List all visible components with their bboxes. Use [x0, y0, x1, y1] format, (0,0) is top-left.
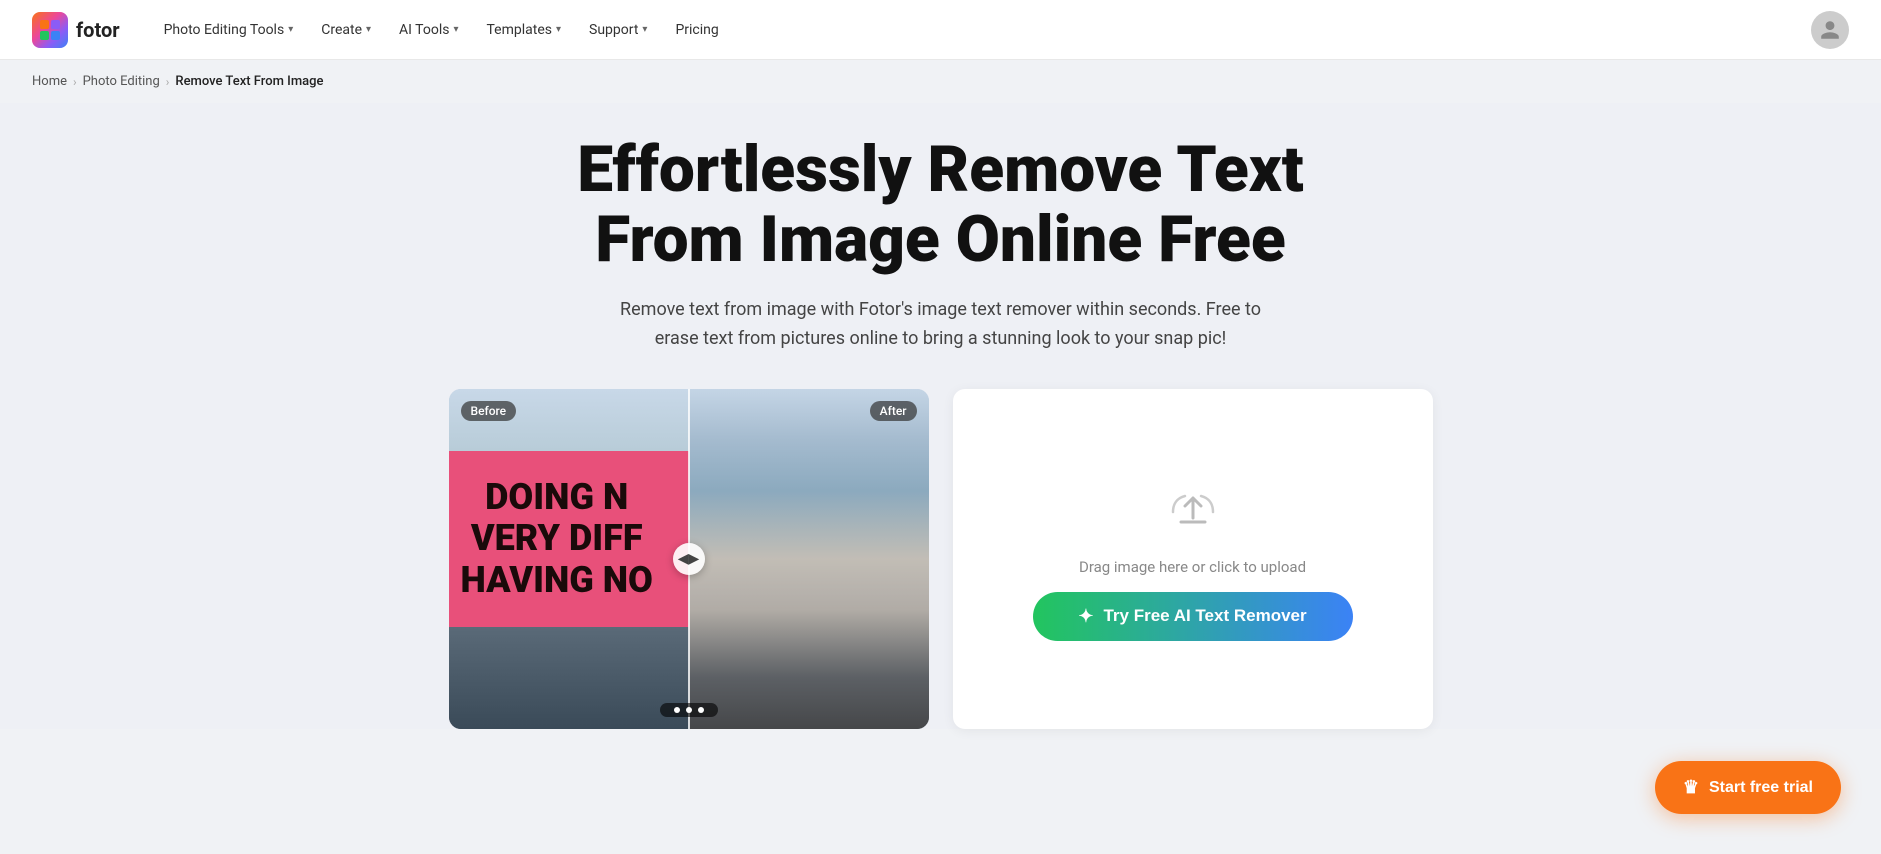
- upload-icon: [1163, 478, 1223, 542]
- magic-wand-icon: ✦: [1078, 606, 1093, 627]
- upload-text: Drag image here or click to upload: [1079, 558, 1306, 576]
- ground-bg: [449, 627, 689, 729]
- chevron-down-icon: ▾: [288, 24, 293, 35]
- logo-text: fotor: [76, 18, 120, 42]
- nav-item-ai-tools[interactable]: AI Tools ▾: [387, 16, 470, 44]
- nav-right: [1811, 11, 1849, 49]
- breadcrumb-home[interactable]: Home: [32, 74, 67, 89]
- dot: [686, 707, 692, 713]
- drag-handle[interactable]: ◀▶: [673, 543, 705, 575]
- billboard-text: DOING NVERY DIFFHAVING NO: [449, 477, 665, 601]
- bottom-bar: [660, 703, 718, 717]
- hero-subtitle: Remove text from image with Fotor's imag…: [611, 296, 1271, 354]
- crown-icon: ♛: [1683, 777, 1699, 798]
- building-overlay: [689, 389, 929, 729]
- nav-item-photo-editing-tools[interactable]: Photo Editing Tools ▾: [152, 16, 306, 44]
- chevron-down-icon: ▾: [453, 24, 458, 35]
- chevron-down-icon: ▾: [556, 24, 561, 35]
- breadcrumb-photo-editing[interactable]: Photo Editing: [83, 74, 160, 89]
- dot: [698, 707, 704, 713]
- nav-item-support[interactable]: Support ▾: [577, 16, 659, 44]
- before-label: Before: [461, 401, 517, 421]
- logo-icon: [32, 12, 68, 48]
- before-half: DOING NVERY DIFFHAVING NO: [449, 389, 689, 729]
- breadcrumb-sep-1: ›: [73, 75, 77, 89]
- logo[interactable]: fotor: [32, 12, 120, 48]
- nav-left: fotor Photo Editing Tools ▾ Create ▾ AI …: [32, 12, 731, 48]
- hero-section: Effortlessly Remove TextFrom Image Onlin…: [0, 103, 1881, 729]
- start-trial-button[interactable]: ♛ Start free trial: [1655, 761, 1841, 814]
- nav-item-templates[interactable]: Templates ▾: [474, 16, 573, 44]
- chevron-down-icon: ▾: [366, 24, 371, 35]
- breadcrumb-current: Remove Text From Image: [175, 74, 323, 89]
- dot: [674, 707, 680, 713]
- chevron-down-icon: ▾: [642, 24, 647, 35]
- after-half: [689, 389, 929, 729]
- demo-section: DOING NVERY DIFFHAVING NO Before After ◀…: [24, 389, 1857, 729]
- pink-billboard: DOING NVERY DIFFHAVING NO: [449, 451, 689, 628]
- before-after-comparison: DOING NVERY DIFFHAVING NO Before After ◀…: [449, 389, 929, 729]
- upload-button[interactable]: ✦ Try Free AI Text Remover: [1033, 592, 1353, 641]
- avatar[interactable]: [1811, 11, 1849, 49]
- nav-items: Photo Editing Tools ▾ Create ▾ AI Tools …: [152, 16, 731, 44]
- nav-item-create[interactable]: Create ▾: [309, 16, 383, 44]
- after-label: After: [870, 401, 917, 421]
- navbar: fotor Photo Editing Tools ▾ Create ▾ AI …: [0, 0, 1881, 60]
- upload-box[interactable]: Drag image here or click to upload ✦ Try…: [953, 389, 1433, 729]
- hero-title: Effortlessly Remove TextFrom Image Onlin…: [491, 135, 1391, 276]
- breadcrumb-sep-2: ›: [166, 75, 170, 89]
- nav-item-pricing[interactable]: Pricing: [663, 16, 730, 44]
- breadcrumb: Home › Photo Editing › Remove Text From …: [0, 60, 1881, 103]
